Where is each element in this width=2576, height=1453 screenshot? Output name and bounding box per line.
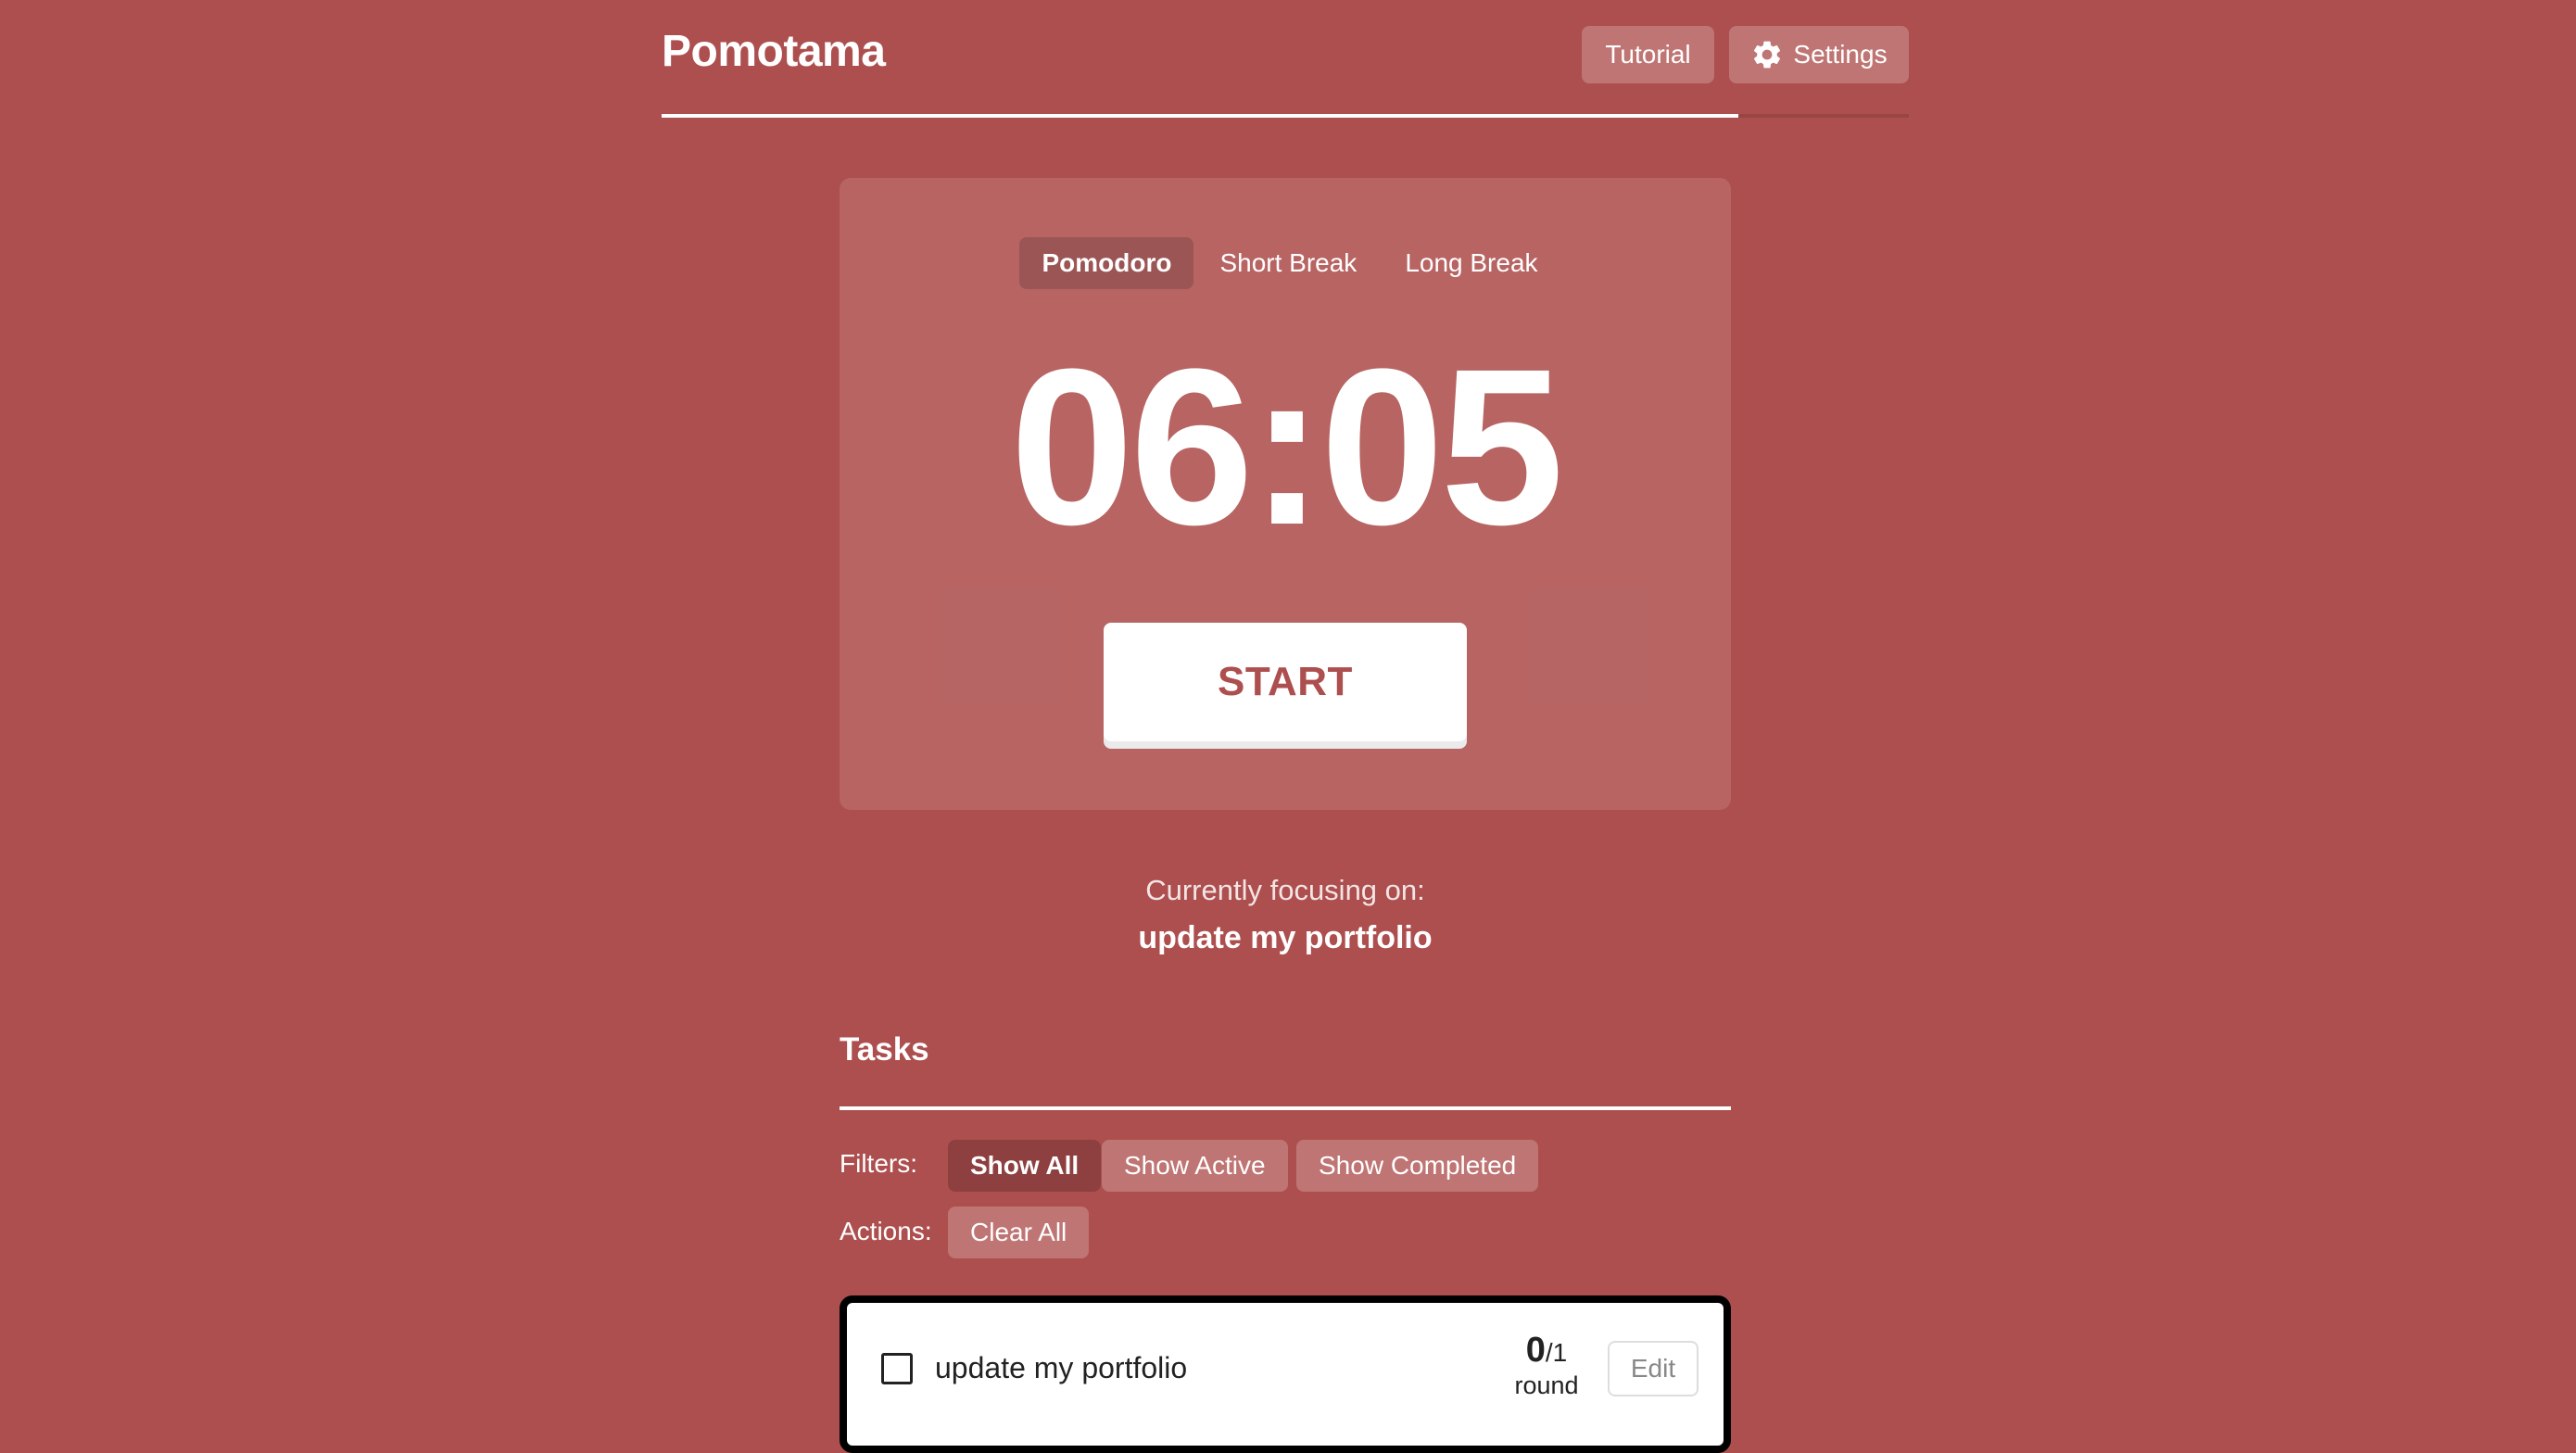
actions-label: Actions: <box>840 1217 932 1245</box>
task-item[interactable]: update my portfolio 0/1 round Edit <box>840 1295 1731 1453</box>
rounds-total: /1 <box>1545 1338 1568 1367</box>
settings-label: Settings <box>1793 40 1888 69</box>
timer-card: Pomodoro Short Break Long Break 06:05 ST… <box>840 178 1731 810</box>
tab-short-break[interactable]: Short Break <box>1197 237 1379 289</box>
focus-task: update my portfolio <box>1138 920 1433 955</box>
app-header: Pomotama Tutorial Settings <box>662 20 1909 119</box>
tab-long-break[interactable]: Long Break <box>1383 237 1559 289</box>
progress-bar <box>662 114 1738 118</box>
tab-pomodoro[interactable]: Pomodoro <box>1019 237 1194 289</box>
clear-all-button[interactable]: Clear All <box>948 1207 1090 1258</box>
settings-button[interactable]: Settings <box>1729 26 1909 83</box>
start-button[interactable]: START <box>1104 623 1467 741</box>
rounds-unit: round <box>1514 1371 1579 1399</box>
timer-display: 06:05 <box>1010 322 1564 571</box>
task-checkbox[interactable] <box>881 1353 913 1384</box>
edit-button[interactable]: Edit <box>1608 1341 1698 1396</box>
filter-show-completed-button[interactable]: Show Completed <box>1296 1140 1539 1192</box>
tutorial-button[interactable]: Tutorial <box>1582 26 1714 83</box>
task-rounds: 0/1 round <box>1505 1331 1588 1400</box>
focus-label: Currently focusing on: <box>1145 874 1425 906</box>
tasks-title: Tasks <box>840 1031 929 1068</box>
tasks-divider <box>840 1106 1731 1110</box>
task-name: update my portfolio <box>935 1351 1188 1384</box>
filters-label: Filters: <box>840 1149 917 1178</box>
filter-show-all-button[interactable]: Show All <box>948 1140 1102 1192</box>
app-title: Pomotama <box>662 27 886 76</box>
mode-tabs: Pomodoro Short Break Long Break <box>849 237 1731 289</box>
filter-show-active-button[interactable]: Show Active <box>1102 1140 1288 1192</box>
rounds-count: 0 <box>1525 1331 1546 1370</box>
gear-icon <box>1754 41 1781 69</box>
